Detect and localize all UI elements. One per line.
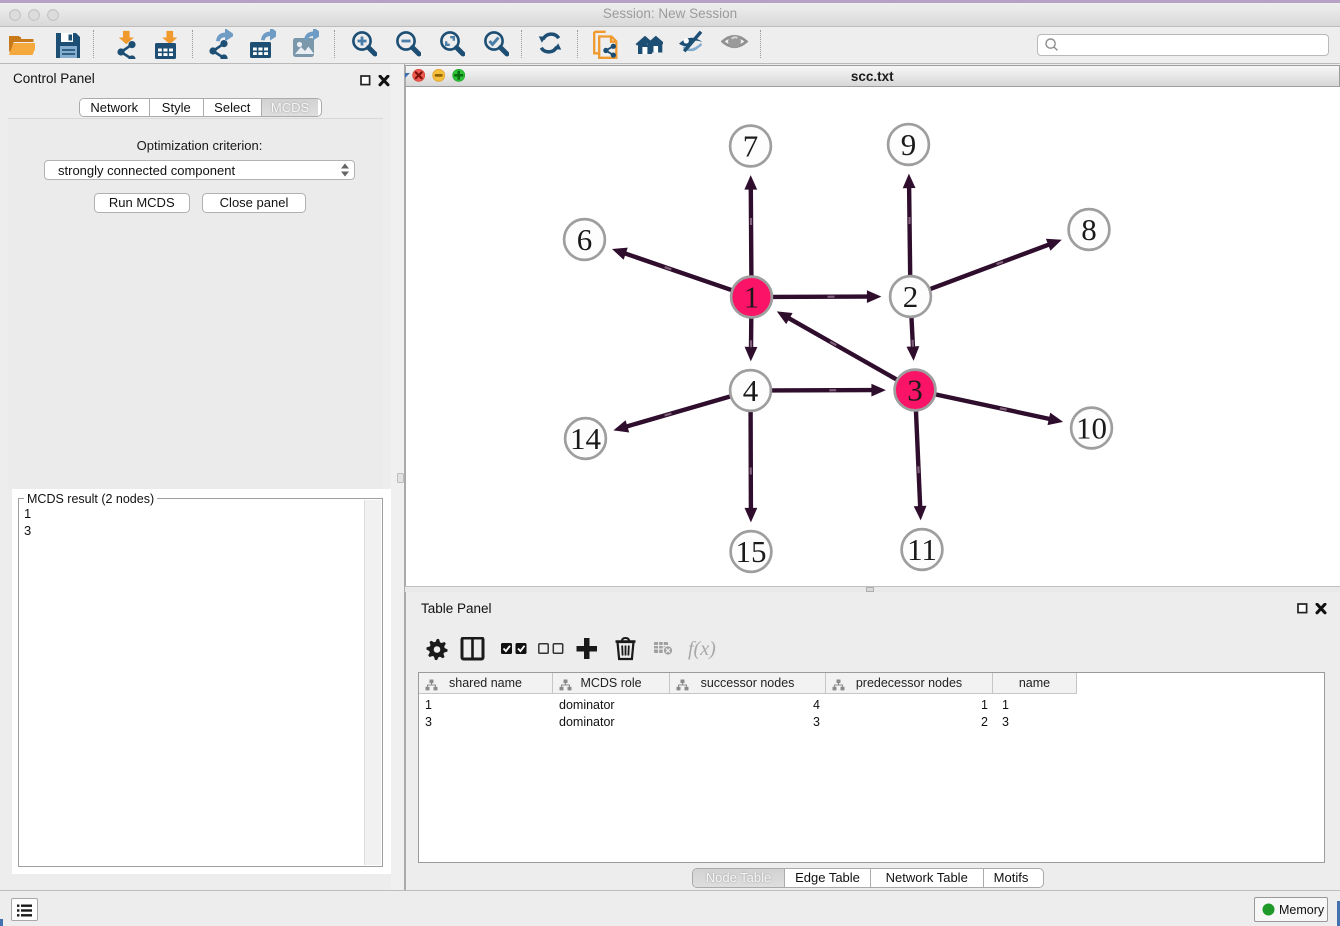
svg-text:7: 7: [742, 129, 758, 164]
svg-text:15: 15: [735, 534, 766, 569]
svg-text:9: 9: [900, 127, 916, 162]
svg-text:2: 2: [902, 279, 918, 314]
svg-text:3: 3: [907, 373, 923, 408]
svg-text:11: 11: [907, 532, 937, 567]
svg-text:4: 4: [742, 373, 758, 408]
svg-text:10: 10: [1076, 411, 1107, 446]
svg-text:8: 8: [1081, 212, 1097, 247]
svg-text:1: 1: [743, 280, 759, 315]
svg-text:6: 6: [576, 222, 592, 257]
svg-text:14: 14: [570, 421, 602, 456]
svg-text:f(x): f(x): [688, 638, 716, 660]
